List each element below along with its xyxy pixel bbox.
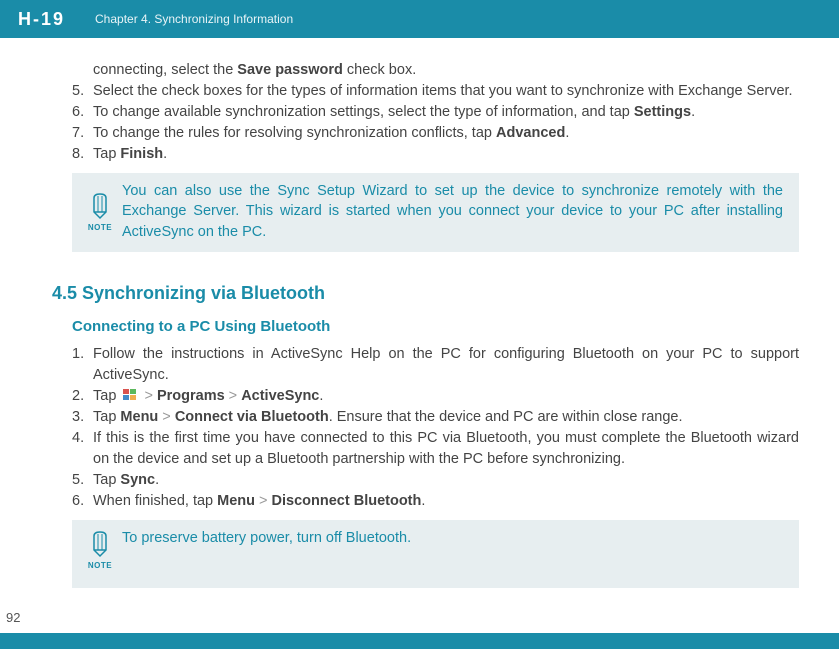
- note-text: To preserve battery power, turn off Blue…: [122, 528, 783, 572]
- subsection-title: Connecting to a PC Using Bluetooth: [72, 316, 799, 338]
- step-text: Follow the instructions in ActiveSync He…: [93, 344, 799, 386]
- bt-step-1: 1. Follow the instructions in ActiveSync…: [72, 344, 799, 386]
- windows-icon: [122, 388, 138, 402]
- step-8: 8. Tap Finish.: [72, 144, 799, 165]
- t: .: [163, 146, 167, 162]
- intro-suffix: check box.: [343, 62, 416, 78]
- section-title: 4.5 Synchronizing via Bluetooth: [52, 280, 799, 306]
- step-6: 6. To change available synchronization s…: [72, 102, 799, 123]
- step-text: To change available synchronization sett…: [93, 102, 799, 123]
- menu-label-2: Menu: [217, 493, 255, 509]
- sep: >: [140, 388, 157, 404]
- bt-step-6: 6. When finished, tap Menu > Disconnect …: [72, 491, 799, 512]
- bt-step-3: 3. Tap Menu > Connect via Bluetooth. Ens…: [72, 407, 799, 428]
- note-label: NOTE: [88, 560, 112, 572]
- header-bar: H-19 Chapter 4. Synchronizing Informatio…: [0, 0, 839, 38]
- note-icon-wrap: NOTE: [78, 528, 122, 572]
- t: .: [155, 472, 159, 488]
- intro-prefix: connecting, select the: [93, 62, 237, 78]
- chapter-title: Chapter 4. Synchronizing Information: [95, 12, 293, 26]
- step-text: If this is the first time you have conne…: [93, 428, 799, 470]
- activesync-label: ActiveSync: [241, 388, 319, 404]
- step-text: Tap Sync.: [93, 470, 799, 491]
- bt-step-5: 5. Tap Sync.: [72, 470, 799, 491]
- disconnect-bt-label: Disconnect Bluetooth: [272, 493, 422, 509]
- sep: >: [255, 493, 272, 509]
- note-box-1: NOTE You can also use the Sync Setup Wiz…: [72, 173, 799, 252]
- t: When finished, tap: [93, 493, 217, 509]
- step-text: Tap Menu > Connect via Bluetooth. Ensure…: [93, 407, 799, 428]
- t: .: [421, 493, 425, 509]
- step-num: 7.: [72, 123, 93, 144]
- note-label: NOTE: [88, 222, 112, 234]
- t: .: [319, 388, 323, 404]
- connect-bt-label: Connect via Bluetooth: [175, 409, 329, 425]
- step-num: 6.: [72, 491, 93, 512]
- t: . Ensure that the device and PC are with…: [329, 409, 683, 425]
- note-icon-wrap: NOTE: [78, 181, 122, 242]
- sync-label: Sync: [120, 472, 155, 488]
- t: .: [691, 104, 695, 120]
- page-content: connecting, select the Save password che…: [0, 38, 839, 588]
- programs-label: Programs: [157, 388, 225, 404]
- bt-step-2: 2. Tap > Programs > ActiveSync.: [72, 386, 799, 407]
- step-text: Tap Finish.: [93, 144, 799, 165]
- step-text: To change the rules for resolving synchr…: [93, 123, 799, 144]
- note-box-2: NOTE To preserve battery power, turn off…: [72, 520, 799, 588]
- note-icon: [88, 190, 112, 220]
- step-num: 8.: [72, 144, 93, 165]
- step-text: Select the check boxes for the types of …: [93, 81, 799, 102]
- finish-label: Finish: [120, 146, 163, 162]
- step-text: When finished, tap Menu > Disconnect Blu…: [93, 491, 799, 512]
- logo: H-19: [0, 9, 95, 30]
- step-num: 1.: [72, 344, 93, 386]
- settings-label: Settings: [634, 104, 691, 120]
- sep: >: [158, 409, 175, 425]
- advanced-label: Advanced: [496, 125, 565, 141]
- sep: >: [225, 388, 242, 404]
- step-7: 7. To change the rules for resolving syn…: [72, 123, 799, 144]
- step-num: 3.: [72, 407, 93, 428]
- note-text: You can also use the Sync Setup Wizard t…: [122, 181, 783, 242]
- t: .: [565, 125, 569, 141]
- page-number: 92: [6, 610, 20, 625]
- t: Tap: [93, 388, 120, 404]
- t: Tap: [93, 472, 120, 488]
- t: Tap: [93, 146, 120, 162]
- bt-step-4: 4. If this is the first time you have co…: [72, 428, 799, 470]
- intro-line: connecting, select the Save password che…: [72, 60, 799, 81]
- step-text: Tap > Programs > ActiveSync.: [93, 386, 799, 407]
- intro-bold: Save password: [237, 62, 343, 78]
- step-5: 5. Select the check boxes for the types …: [72, 81, 799, 102]
- note-icon: [88, 528, 112, 558]
- step-num: 2.: [72, 386, 93, 407]
- step-num: 5.: [72, 470, 93, 491]
- t: To change available synchronization sett…: [93, 104, 634, 120]
- step-num: 5.: [72, 81, 93, 102]
- footer-bar: [0, 633, 839, 649]
- t: To change the rules for resolving synchr…: [93, 125, 496, 141]
- step-num: 6.: [72, 102, 93, 123]
- step-num: 4.: [72, 428, 93, 470]
- menu-label: Menu: [120, 409, 158, 425]
- t: Tap: [93, 409, 120, 425]
